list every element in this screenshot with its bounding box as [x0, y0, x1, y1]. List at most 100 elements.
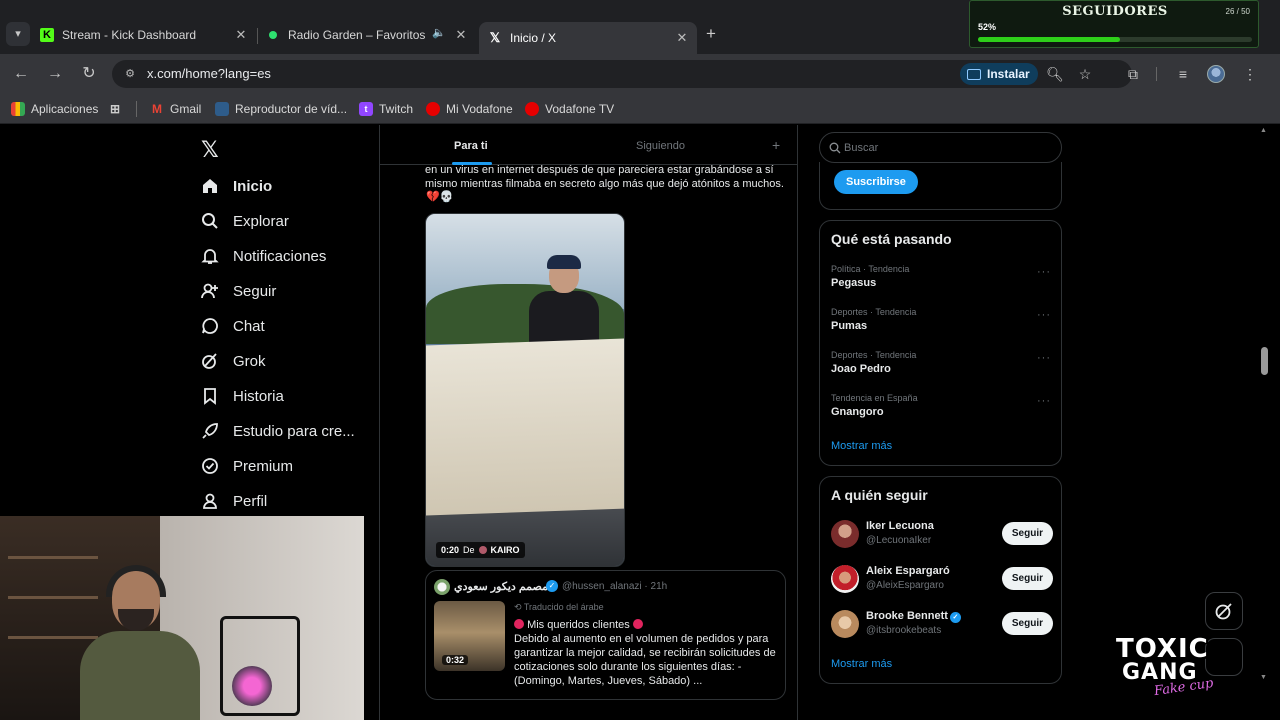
follow-button[interactable]: Seguir — [1001, 612, 1053, 635]
trend-name: Pumas — [831, 320, 868, 332]
bookmark-vodafone-tv[interactable]: Vodafone TV — [525, 101, 614, 117]
address-bar[interactable]: ⚙ x.com/home?lang=es Instalar 🔍︎ ☆ — [112, 60, 1132, 88]
search-input[interactable]: Buscar — [819, 132, 1062, 163]
close-icon[interactable]: ✕ — [673, 29, 691, 47]
nav-premium[interactable]: Premium — [200, 453, 293, 479]
close-icon[interactable]: ✕ — [232, 26, 250, 44]
verified-icon: ✓ — [546, 580, 558, 592]
quote-body-text: Debido al aumento en el volumen de pedid… — [514, 633, 776, 687]
scroll-down-arrow-icon[interactable]: ▼ — [1260, 674, 1267, 681]
video-source[interactable]: KAIRO — [491, 545, 520, 555]
follow-handle[interactable]: @LecuonaIker — [866, 535, 931, 546]
video-from: De — [463, 545, 475, 555]
quote-video-thumbnail[interactable]: 0:32 — [434, 601, 505, 671]
add-tab-icon[interactable]: + — [772, 137, 780, 153]
reload-button[interactable]: ↻ — [78, 63, 100, 85]
more-options-icon[interactable]: ··· — [1037, 395, 1051, 407]
url-text[interactable]: x.com/home?lang=es — [147, 66, 271, 81]
tab-following[interactable]: Siguiendo — [636, 140, 685, 152]
scrollbar-thumb[interactable] — [1261, 347, 1268, 375]
page-scrollbar[interactable] — [1258, 125, 1270, 685]
quote-handle[interactable]: @hussen_alanazi · 21h — [562, 581, 667, 592]
grok-floating-button[interactable] — [1205, 592, 1243, 630]
trend-item[interactable]: Tendencia en España Gnangoro ··· — [831, 393, 1051, 425]
red-circle-icon — [514, 619, 524, 629]
tweet-video[interactable]: 0:20 De KAIRO — [425, 213, 625, 567]
tab-radio-garden[interactable]: Radio Garden – Favoritos 🔈 ✕ — [266, 22, 470, 48]
trend-item[interactable]: Deportes · Tendencia Pumas ··· — [831, 307, 1051, 339]
bookmark-star-icon[interactable]: ☆ — [1076, 65, 1094, 83]
trend-item[interactable]: Deportes · Tendencia Joao Pedro ··· — [831, 350, 1051, 382]
follow-handle[interactable]: @AleixEspargaro — [866, 580, 944, 591]
menu-icon[interactable]: ⋮ — [1240, 64, 1260, 84]
follow-name[interactable]: Brooke Bennett ✓ — [866, 610, 961, 623]
nav-home[interactable]: Inicio — [200, 173, 272, 199]
quote-avatar[interactable] — [434, 579, 450, 595]
verified-icon: ✓ — [949, 612, 961, 623]
subscribe-button[interactable]: Suscribirse — [834, 170, 918, 194]
quoted-tweet[interactable]: مصمم ديكور سعودي ✓ @hussen_alanazi · 21h… — [425, 570, 786, 700]
translated-text: Traducido del árabe — [523, 602, 604, 612]
nav-chat[interactable]: Chat — [200, 313, 265, 339]
more-options-icon[interactable]: ··· — [1037, 309, 1051, 321]
nav-profile[interactable]: Perfil — [200, 488, 267, 514]
tab-title: Radio Garden – Favoritos — [288, 28, 426, 42]
streamer — [80, 565, 200, 720]
follow-button[interactable]: Seguir — [1001, 567, 1053, 590]
follow-show-more[interactable]: Mostrar más — [831, 658, 892, 670]
media-controls-icon[interactable]: ≡ — [1173, 64, 1193, 84]
speaker-icon[interactable]: 🔈 — [432, 26, 446, 39]
tab-search-button[interactable]: ▾ — [6, 22, 30, 46]
new-tab-button[interactable]: + — [706, 24, 716, 44]
nav-notifications[interactable]: Notificaciones — [200, 243, 326, 269]
avatar[interactable] — [831, 565, 859, 593]
forward-button[interactable]: → — [44, 63, 66, 85]
site-info-icon[interactable]: ⚙ — [122, 66, 138, 82]
bookmark-apps[interactable]: Aplicaciones — [11, 101, 98, 117]
translated-label[interactable]: ⟲ Traducido del árabe — [514, 602, 604, 613]
nav-grok[interactable]: Grok — [200, 348, 266, 374]
close-icon[interactable]: ✕ — [452, 26, 470, 44]
more-options-icon[interactable]: ··· — [1037, 266, 1051, 278]
video-sheet — [426, 338, 624, 516]
nav-follow[interactable]: Seguir — [200, 278, 276, 304]
bookmark-label: Aplicaciones — [31, 102, 99, 116]
tab-kick[interactable]: K Stream - Kick Dashboard ✕ — [40, 22, 250, 48]
feed-tabs: Para ti Siguiendo + — [380, 125, 797, 165]
tab-for-you[interactable]: Para ti — [454, 140, 488, 152]
more-options-icon[interactable]: ··· — [1037, 352, 1051, 364]
tab-x-home[interactable]: 𝕏 Inicio / X ✕ — [479, 22, 697, 54]
follow-suggestion[interactable]: Iker Lecuona @LecuonaIker Seguir — [831, 518, 1053, 550]
bookmark-twitch[interactable]: t Twitch — [359, 101, 413, 117]
bookmark-grid[interactable]: ⊞ — [108, 101, 128, 117]
trend-item[interactable]: Política · Tendencia Pegasus ··· — [831, 264, 1051, 296]
follow-suggestion[interactable]: Aleix Espargaró @AleixEspargaro Seguir — [831, 563, 1053, 595]
scroll-up-arrow-icon[interactable]: ▲ — [1260, 127, 1267, 134]
nav-explore[interactable]: Explorar — [200, 208, 289, 234]
back-button[interactable]: ← — [10, 63, 32, 85]
nav-bookmarks[interactable]: Historia — [200, 383, 284, 409]
follow-name[interactable]: Iker Lecuona — [866, 520, 934, 532]
profile-avatar[interactable] — [1207, 65, 1225, 83]
avatar[interactable] — [831, 520, 859, 548]
follow-handle[interactable]: @itsbrookebeats — [866, 625, 941, 636]
quote-author-name[interactable]: مصمم ديكور سعودي — [454, 580, 548, 593]
kick-icon: K — [40, 28, 54, 42]
quote-video-duration: 0:32 — [442, 655, 469, 665]
install-button[interactable]: Instalar — [960, 63, 1038, 85]
nav-creator-studio[interactable]: Estudio para cre... — [200, 418, 355, 444]
trends-show-more[interactable]: Mostrar más — [831, 440, 892, 452]
zoom-icon[interactable]: 🔍︎ — [1046, 65, 1064, 83]
trend-name: Pegasus — [831, 277, 877, 289]
followers-progress-bar — [978, 37, 1252, 42]
bookmark-mi-vodafone[interactable]: Mi Vodafone — [426, 101, 513, 117]
avatar[interactable] — [831, 610, 859, 638]
x-logo-icon[interactable]: 𝕏 — [201, 138, 219, 163]
bookmark-gmail[interactable]: M Gmail — [150, 101, 201, 117]
extensions-icon[interactable]: ⧉ — [1123, 64, 1143, 84]
bookmark-video-player[interactable]: Reproductor de víd... — [215, 101, 347, 117]
follow-name[interactable]: Aleix Espargaró — [866, 565, 950, 577]
follow-suggestion[interactable]: Brooke Bennett ✓ @itsbrookebeats Seguir — [831, 608, 1053, 640]
quote-line1: Mis queridos clientes — [527, 619, 630, 631]
follow-button[interactable]: Seguir — [1001, 522, 1053, 545]
